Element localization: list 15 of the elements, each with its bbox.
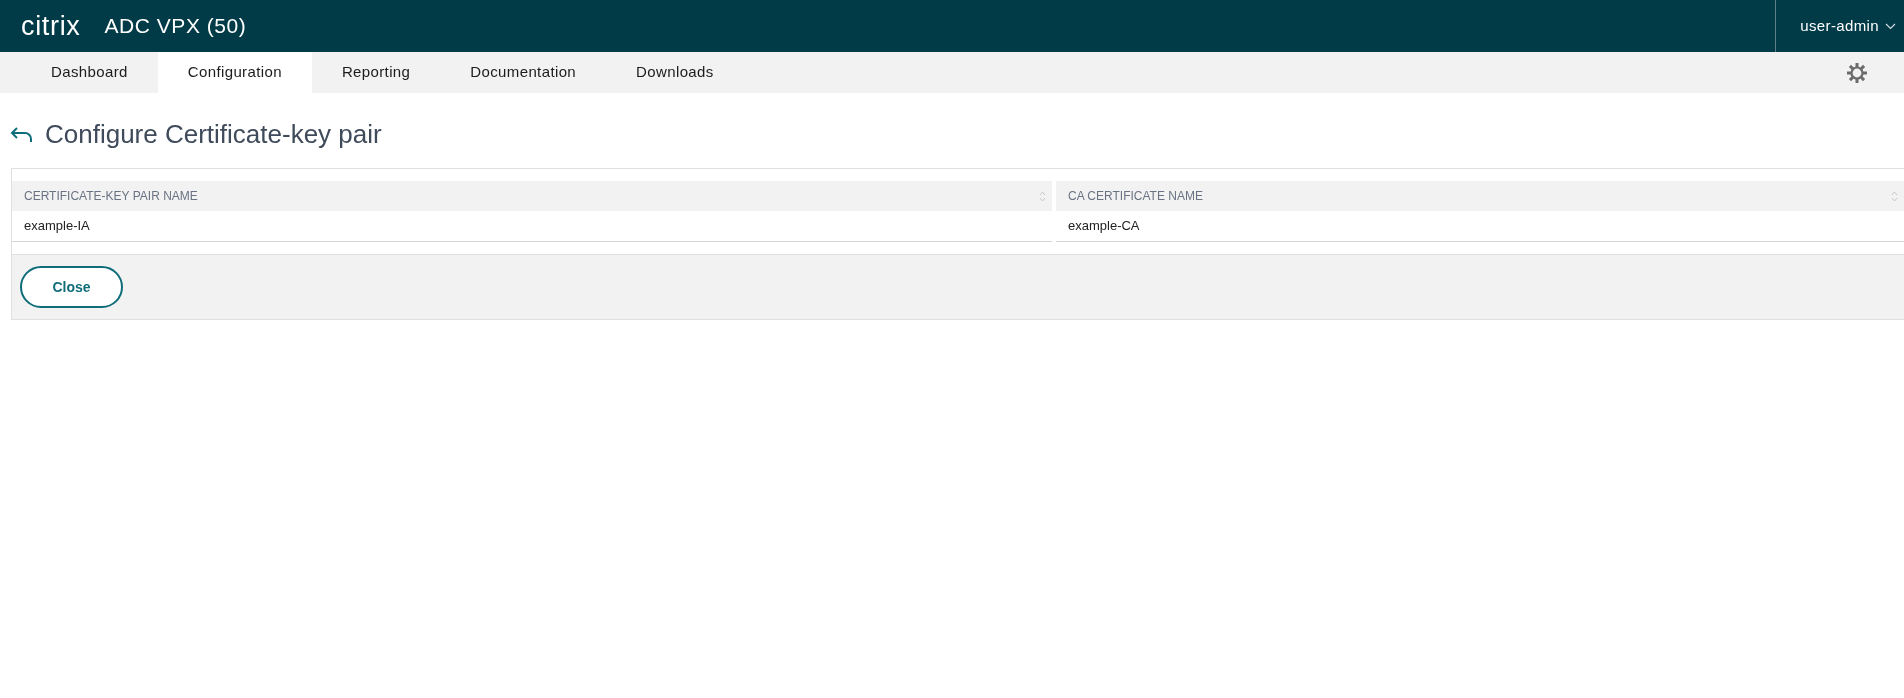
product-title: ADC VPX (50) — [104, 13, 247, 40]
logo: citrix — [21, 9, 81, 43]
table-cell: example-IA — [12, 211, 1052, 242]
table-cell: example-CA — [1056, 211, 1904, 242]
chevron-down-icon — [1885, 22, 1896, 30]
sort-icon — [1891, 190, 1898, 202]
sort-icon — [1039, 190, 1046, 202]
settings-icon[interactable] — [1846, 61, 1868, 84]
column-header[interactable]: CA CERTIFICATE NAME — [1056, 181, 1904, 211]
back-icon[interactable] — [10, 125, 34, 144]
page-title: Configure Certificate-key pair — [45, 118, 382, 151]
close-button[interactable]: Close — [20, 266, 123, 308]
user-menu[interactable]: user-admin — [1800, 14, 1896, 38]
column-header[interactable]: CERTIFICATE-KEY PAIR NAME — [12, 181, 1052, 211]
nav-tab[interactable]: Configuration — [157, 52, 312, 93]
